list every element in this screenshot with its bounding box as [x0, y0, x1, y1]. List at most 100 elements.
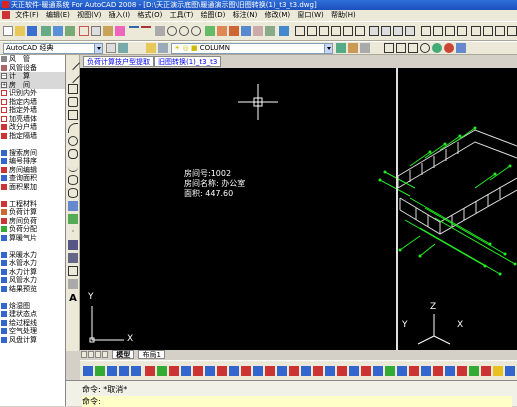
layer-previous-icon[interactable] [348, 43, 358, 53]
help-icon[interactable] [279, 26, 289, 36]
side-item-hydraulic-calc[interactable]: 水力计算 [0, 268, 65, 277]
layer-select[interactable]: ☀ ◎ ■ COLUMN [171, 43, 333, 54]
make-current-icon[interactable] [336, 43, 346, 53]
hatch-icon[interactable] [68, 240, 78, 250]
viewport-divider[interactable] [396, 68, 398, 350]
side-item-number-sort[interactable]: 编号排序 [0, 157, 65, 166]
view-icon-9[interactable] [393, 26, 403, 36]
side-item-room-load[interactable]: 房间负荷 [0, 217, 65, 226]
view-icon-13[interactable] [445, 26, 455, 36]
publish-icon[interactable] [65, 26, 75, 36]
layer-tool-icon[interactable] [360, 43, 370, 53]
view-icon-17[interactable] [495, 26, 505, 36]
side-item-search-rooms[interactable]: 搜索房间 [0, 149, 65, 158]
view-icon-3[interactable] [319, 26, 329, 36]
tool-icon-7[interactable] [157, 366, 167, 376]
menu-view[interactable]: 视图(V) [75, 10, 101, 21]
first-tab-icon[interactable] [81, 351, 87, 358]
tool-icon-18[interactable] [289, 366, 299, 376]
side-item-identify-inside-outside[interactable]: 识别内外 [0, 89, 65, 98]
new-icon[interactable] [3, 26, 13, 36]
insert-block-icon[interactable] [68, 201, 78, 211]
menu-file[interactable]: 文件(F) [13, 10, 39, 21]
menu-format[interactable]: 格式(O) [135, 10, 162, 21]
tool-icon-26[interactable] [385, 366, 395, 376]
tool-icon-23[interactable] [349, 366, 359, 376]
side-item-duct-hydraulics[interactable]: 风管水力 [0, 276, 65, 285]
side-item-state-point[interactable]: 建状态点 [0, 310, 65, 319]
region-icon[interactable] [68, 266, 78, 276]
view-icon-4[interactable] [331, 26, 341, 36]
tool-icon-35[interactable] [493, 366, 503, 376]
workspace-settings-icon[interactable] [106, 43, 116, 53]
prev-tab-icon[interactable] [88, 351, 94, 358]
view-icon-16[interactable] [483, 26, 493, 36]
polyline-icon[interactable] [68, 84, 78, 94]
tool-icon-30[interactable] [433, 366, 443, 376]
arc-icon[interactable] [68, 123, 78, 133]
undo-icon[interactable] [129, 26, 139, 36]
revision-cloud-icon[interactable] [68, 149, 78, 159]
design-center-icon[interactable] [217, 26, 227, 36]
ellipse-icon[interactable] [68, 175, 78, 185]
tool-icon-24[interactable] [361, 366, 371, 376]
side-item-air-processing[interactable]: 空气处理 [0, 327, 65, 336]
tool-icon-29[interactable] [421, 366, 431, 376]
tool-icon-27[interactable] [397, 366, 407, 376]
calculator-icon[interactable] [265, 26, 275, 36]
tool-icon-3[interactable] [107, 366, 117, 376]
side-header-room[interactable]: + 房 间 [0, 80, 65, 89]
side-item-set-outer-wall[interactable]: 指定外墙 [0, 106, 65, 115]
zoom-realtime-icon[interactable] [167, 26, 177, 36]
tool-icon-10[interactable] [193, 366, 203, 376]
side-item-water-pipe-hydraulics[interactable]: 水管水力 [0, 259, 65, 268]
tool-icon-11[interactable] [205, 366, 215, 376]
tool-icon-2[interactable] [95, 366, 105, 376]
point-icon[interactable]: · [68, 227, 78, 237]
zoom-window-icon[interactable] [179, 26, 189, 36]
tool-icon-1[interactable] [83, 366, 93, 376]
view-icon-12[interactable] [433, 26, 443, 36]
ellipse-arc-icon[interactable] [68, 188, 78, 198]
render-icon-2[interactable] [432, 43, 442, 53]
menu-tools[interactable]: 工具(T) [168, 10, 194, 21]
view-icon-14[interactable] [457, 26, 467, 36]
save-icon[interactable] [27, 26, 37, 36]
document-menu-icon[interactable] [2, 11, 10, 19]
side-item-set-partition[interactable]: 指定隔墙 [0, 132, 65, 141]
render-icon-3[interactable] [444, 43, 454, 53]
tool-icon-31[interactable] [445, 366, 455, 376]
workspace-save-icon[interactable] [118, 43, 128, 53]
tool-icon-32[interactable] [457, 366, 467, 376]
tool-icon-22[interactable] [337, 366, 347, 376]
rectangle-icon[interactable] [68, 110, 78, 120]
side-header-calculation[interactable]: − 计 算 [0, 72, 65, 81]
menu-draw[interactable]: 绘图(D) [199, 10, 226, 21]
construction-line-icon[interactable] [65, 68, 81, 84]
redo-icon[interactable] [141, 26, 151, 36]
gradient-icon[interactable] [68, 253, 78, 263]
menu-edit[interactable]: 编辑(E) [44, 10, 70, 21]
pan-icon[interactable] [155, 26, 165, 36]
view-icon-2[interactable] [307, 26, 317, 36]
tool-icon-19[interactable] [301, 366, 311, 376]
tool-icon-9[interactable] [181, 366, 191, 376]
drawing-canvas[interactable]: 房间号:1002 房间名称: 办公室 面积: 447.60 Y X Z Y X [80, 68, 517, 350]
view-icon-7[interactable] [369, 26, 379, 36]
tool-icon-12[interactable] [217, 366, 227, 376]
block-icon-3[interactable] [408, 43, 418, 53]
side-item-load-calc[interactable]: 负荷计算 [0, 208, 65, 217]
render-icon-4[interactable] [456, 43, 466, 53]
view-icon-1[interactable] [295, 26, 305, 36]
side-item-radiator-calc[interactable]: 算暖气片 [0, 234, 65, 243]
tool-icon-36[interactable] [505, 366, 515, 376]
side-item-load-distribution[interactable]: 负荷分配 [0, 225, 65, 234]
layer-manager-icon[interactable] [146, 43, 156, 53]
tab-old-drawing-conversion[interactable]: 旧图转换(1)_t3_t3 [154, 56, 222, 67]
view-icon-10[interactable] [405, 26, 415, 36]
tool-icon-16[interactable] [265, 366, 275, 376]
paste-icon[interactable] [103, 26, 113, 36]
view-icon-18[interactable] [507, 26, 517, 36]
side-item-duct[interactable]: 风 管 [0, 55, 65, 64]
side-item-change-unit-wall[interactable]: 改分户墙 [0, 123, 65, 132]
